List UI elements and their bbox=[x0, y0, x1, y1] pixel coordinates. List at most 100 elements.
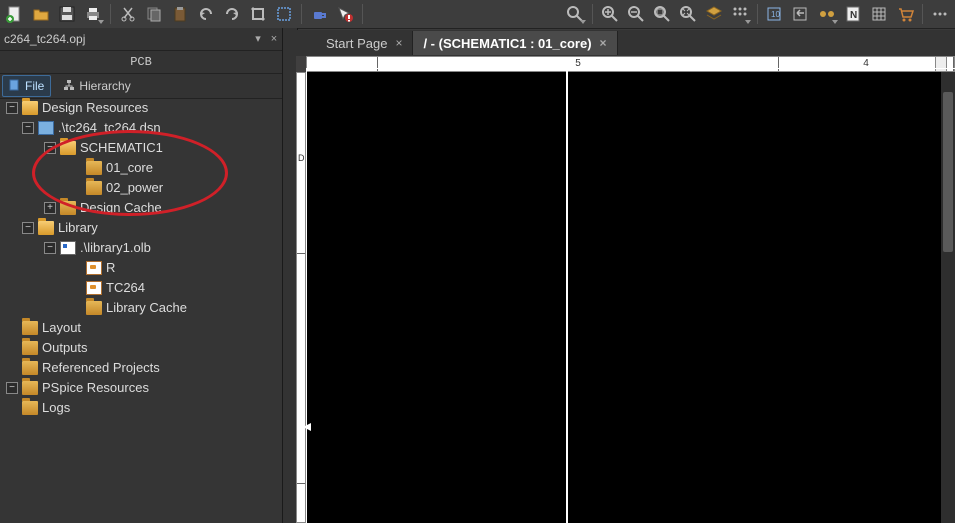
folder-icon bbox=[86, 301, 102, 315]
cursor-marker-icon bbox=[303, 422, 313, 432]
panel-titlebar: c264_tc264.opj ▾ × bbox=[0, 28, 282, 51]
panel-subtitle: PCB bbox=[0, 51, 282, 74]
svg-text:10: 10 bbox=[771, 10, 780, 19]
annotate-icon[interactable]: 10 bbox=[763, 2, 787, 26]
expander-icon[interactable]: − bbox=[6, 382, 18, 394]
label: SCHEMATIC1 bbox=[80, 138, 163, 158]
label: Outputs bbox=[42, 338, 88, 358]
node-outputs[interactable]: Outputs bbox=[0, 338, 282, 358]
expander-icon[interactable]: − bbox=[44, 242, 56, 254]
schematic-canvas-wrap: 5 4 D bbox=[296, 56, 955, 523]
grid-toggle-icon[interactable] bbox=[728, 2, 752, 26]
redo-icon[interactable] bbox=[220, 2, 244, 26]
expander-icon[interactable]: − bbox=[6, 102, 18, 114]
label: .\tc264_tc264.dsn bbox=[58, 118, 161, 138]
open-folder-icon[interactable] bbox=[29, 2, 53, 26]
zoom-area-icon[interactable] bbox=[650, 2, 674, 26]
label: Design Resources bbox=[42, 98, 148, 118]
page-icon bbox=[86, 181, 102, 195]
tab-hierarchy-label: Hierarchy bbox=[79, 79, 130, 93]
node-lib-file[interactable]: − .\library1.olb bbox=[0, 238, 282, 258]
select-all-icon[interactable] bbox=[272, 2, 296, 26]
node-library-cache[interactable]: Library Cache bbox=[0, 298, 282, 318]
label: .\library1.olb bbox=[80, 238, 151, 258]
layers-icon[interactable] bbox=[702, 2, 726, 26]
label: Design Cache bbox=[80, 198, 162, 218]
zoom-in-icon[interactable] bbox=[598, 2, 622, 26]
new-file-icon[interactable] bbox=[3, 2, 27, 26]
copy-icon[interactable] bbox=[142, 2, 166, 26]
crop-icon[interactable] bbox=[246, 2, 270, 26]
label: TC264 bbox=[106, 278, 145, 298]
panel-menu-icon[interactable]: ▾ bbox=[250, 28, 266, 50]
notes-icon[interactable]: N bbox=[841, 2, 865, 26]
label: Layout bbox=[42, 318, 81, 338]
folder-icon bbox=[22, 341, 38, 355]
drc-icon[interactable] bbox=[815, 2, 839, 26]
cart-icon[interactable] bbox=[893, 2, 917, 26]
node-ref-projects[interactable]: Referenced Projects bbox=[0, 358, 282, 378]
schematic-canvas[interactable] bbox=[306, 72, 955, 523]
label: Library bbox=[58, 218, 98, 238]
panel-close-icon[interactable]: × bbox=[266, 28, 282, 50]
project-tree: − Design Resources − .\tc264_tc264.dsn −… bbox=[0, 96, 282, 523]
tab-schematic-page[interactable]: / - (SCHEMATIC1 : 01_core) × bbox=[413, 31, 617, 55]
netlist-icon[interactable] bbox=[867, 2, 891, 26]
coffee-icon[interactable] bbox=[307, 2, 331, 26]
label: R bbox=[106, 258, 115, 278]
print-icon[interactable] bbox=[81, 2, 105, 26]
tab-label: / - (SCHEMATIC1 : 01_core) bbox=[423, 36, 591, 51]
node-part-tc264[interactable]: TC264 bbox=[0, 278, 282, 298]
folder-icon bbox=[22, 361, 38, 375]
folder-icon bbox=[60, 201, 76, 215]
label: Referenced Projects bbox=[42, 358, 160, 378]
olb-icon bbox=[60, 241, 76, 255]
node-page-01core[interactable]: 01_core bbox=[0, 158, 282, 178]
paste-icon[interactable] bbox=[168, 2, 192, 26]
node-part-r[interactable]: R bbox=[0, 258, 282, 278]
page-icon bbox=[86, 161, 102, 175]
folder-icon bbox=[22, 381, 38, 395]
tab-start-page[interactable]: Start Page × bbox=[316, 31, 413, 55]
save-icon[interactable] bbox=[55, 2, 79, 26]
node-schematic1[interactable]: − SCHEMATIC1 bbox=[0, 138, 282, 158]
close-icon[interactable]: × bbox=[395, 36, 402, 50]
node-library[interactable]: − Library bbox=[0, 218, 282, 238]
part-icon bbox=[86, 281, 102, 295]
search-icon[interactable] bbox=[563, 2, 587, 26]
label: Library Cache bbox=[106, 298, 187, 318]
more-icon[interactable] bbox=[928, 2, 952, 26]
tab-file-label: File bbox=[25, 79, 44, 93]
zoom-out-icon[interactable] bbox=[624, 2, 648, 26]
svg-text:N: N bbox=[850, 10, 857, 21]
document-tabs: Start Page × / - (SCHEMATIC1 : 01_core) … bbox=[296, 30, 955, 56]
cut-icon[interactable] bbox=[116, 2, 140, 26]
tab-file[interactable]: File bbox=[2, 75, 51, 97]
pointer-alert-icon[interactable] bbox=[333, 2, 357, 26]
node-dsn[interactable]: − .\tc264_tc264.dsn bbox=[0, 118, 282, 138]
node-logs[interactable]: Logs bbox=[0, 398, 282, 418]
scrollbar-thumb[interactable] bbox=[943, 92, 953, 252]
project-panel: c264_tc264.opj ▾ × PCB File Hierarchy − … bbox=[0, 28, 283, 523]
main-toolbar: 10 N bbox=[0, 0, 955, 29]
tab-hierarchy[interactable]: Hierarchy bbox=[57, 76, 136, 96]
node-pspice-resources[interactable]: − PSpice Resources bbox=[0, 378, 282, 398]
part-icon bbox=[86, 261, 102, 275]
ruler-seg-d: D bbox=[297, 73, 305, 254]
undo-icon[interactable] bbox=[194, 2, 218, 26]
label: PSpice Resources bbox=[42, 378, 149, 398]
file-tab-icon bbox=[9, 79, 21, 94]
expander-icon[interactable]: − bbox=[22, 222, 34, 234]
node-design-resources[interactable]: − Design Resources bbox=[0, 98, 282, 118]
close-icon[interactable]: × bbox=[600, 36, 607, 50]
expander-icon[interactable]: − bbox=[22, 122, 34, 134]
node-layout[interactable]: Layout bbox=[0, 318, 282, 338]
back-annotate-icon[interactable] bbox=[789, 2, 813, 26]
zoom-fit-icon[interactable] bbox=[676, 2, 700, 26]
expander-icon[interactable]: − bbox=[44, 142, 56, 154]
vertical-scrollbar[interactable] bbox=[941, 72, 955, 523]
node-design-cache[interactable]: + Design Cache bbox=[0, 198, 282, 218]
project-filename: c264_tc264.opj bbox=[4, 28, 85, 50]
node-page-02power[interactable]: 02_power bbox=[0, 178, 282, 198]
expander-icon[interactable]: + bbox=[44, 202, 56, 214]
